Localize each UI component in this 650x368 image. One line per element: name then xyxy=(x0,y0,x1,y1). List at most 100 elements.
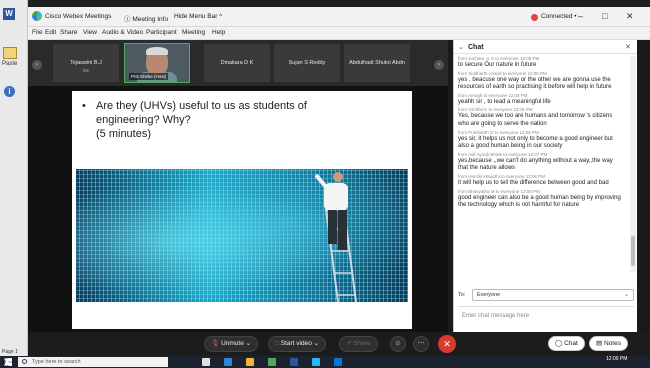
notes-button[interactable]: ▤ Notes xyxy=(589,336,628,351)
windows-taskbar: Type here to search 12:09 PM xyxy=(0,356,650,368)
reactions-button[interactable]: ☺ xyxy=(390,336,406,352)
participant-name: Abdulhadi Shukri Abdn xyxy=(349,60,405,66)
close-icon[interactable]: ✕ xyxy=(625,43,631,51)
chat-message-input[interactable]: Enter chat message here xyxy=(458,306,634,326)
unmute-button[interactable]: 🎙︎ Unmute ⌄ xyxy=(204,336,259,352)
notes-button-label: Notes xyxy=(603,340,621,347)
taskbar-clock[interactable]: 12:09 PM xyxy=(606,357,627,362)
participant-name: Sujan S Reddy xyxy=(288,60,326,66)
meeting-info-label: Meeting Info xyxy=(132,16,169,23)
menu-meeting[interactable]: Meeting xyxy=(182,29,205,36)
menu-share[interactable]: Share xyxy=(60,29,77,36)
smiley-icon: ☺ xyxy=(394,340,402,347)
start-video-button[interactable]: □ Start video ⌄ xyxy=(268,336,327,352)
chevron-down-icon: ⌄ xyxy=(313,340,320,347)
taskbar-search-box[interactable]: Type here to search xyxy=(18,357,168,367)
slide-question: • Are they (UHVs) useful to us as studen… xyxy=(82,99,402,141)
chat-message-text: Yes, because we too are humans and tomor… xyxy=(458,113,613,127)
chat-message-text: to secure Our nature in future xyxy=(458,62,537,68)
video-off-icon: □ xyxy=(275,340,279,347)
close-window-button[interactable]: ✕ xyxy=(626,11,634,22)
bullet-icon: • xyxy=(82,100,86,112)
participant-name: Dinakara D K xyxy=(220,60,254,66)
menu-file[interactable]: File xyxy=(32,29,42,36)
chat-scrollbar[interactable] xyxy=(630,56,636,272)
chevron-left-icon[interactable]: ‹ xyxy=(32,60,42,70)
webex-taskbar-icon[interactable] xyxy=(312,358,320,366)
chat-message: from Amogh to everyone 12:06 PM yeahh sir… xyxy=(458,93,624,107)
file-explorer-icon[interactable] xyxy=(246,358,254,366)
more-options-button[interactable]: ⋯ xyxy=(413,336,429,352)
chrome-icon[interactable] xyxy=(268,358,276,366)
chat-button-label: Chat xyxy=(564,340,578,347)
title-bar: Cisco Webex Meetings ⓘ Meeting Info Hide… xyxy=(28,7,650,27)
participant-tile[interactable]: Sujan S Reddy xyxy=(274,44,340,82)
close-icon: ✕ xyxy=(443,339,451,349)
chat-message: from Prashanth G to everyone 12:06 PM yes… xyxy=(458,130,624,151)
notes-icon: ▤ xyxy=(596,340,603,347)
speaker-hair xyxy=(146,47,168,55)
leave-meeting-button[interactable]: ✕ xyxy=(438,335,456,353)
chat-scroll-thumb[interactable] xyxy=(631,236,635,266)
menu-audio-video[interactable]: Audio & Video xyxy=(102,29,143,36)
participant-tile[interactable]: Tejaswini B.J Me xyxy=(53,44,119,82)
to-label: To: xyxy=(458,292,466,298)
chat-message-text: it will help us to tell the difference b… xyxy=(458,179,609,186)
chat-log: from sucheta. p. b to everyone 12:05 PM t… xyxy=(458,56,624,270)
menu-view[interactable]: View xyxy=(83,29,97,36)
chat-message-text: good engineer can also be a good human b… xyxy=(458,194,621,209)
chevron-down-icon: ⌄ xyxy=(245,340,252,347)
menu-bar: File Edit Share View Audio & Video Parti… xyxy=(28,27,650,40)
slide-image xyxy=(76,169,408,302)
participant-tile[interactable]: Dinakara D K xyxy=(204,44,270,82)
slide-line: (5 minutes) xyxy=(96,128,152,140)
hide-menu-bar-button[interactable]: Hide Menu Bar ^ xyxy=(174,13,222,20)
microphone-muted-icon: 🎙︎ xyxy=(211,340,220,347)
chat-header: ⌄ Chat ✕ xyxy=(454,40,637,54)
meeting-info-button[interactable]: ⓘ Meeting Info xyxy=(124,13,168,23)
shared-slide: • Are they (UHVs) useful to us as studen… xyxy=(72,91,412,329)
meeting-controls: 🎙︎ Unmute ⌄ □ Start video ⌄ ↗ Share ☺ ⋯ … xyxy=(28,332,650,356)
chat-panel: ⌄ Chat ✕ from sucheta. p. b to everyone … xyxy=(453,40,637,332)
edge-icon[interactable] xyxy=(224,358,232,366)
connection-status[interactable]: Connected • xyxy=(541,13,577,20)
outlook-icon[interactable] xyxy=(334,358,342,366)
word-page-indicator: Page 1 xyxy=(2,349,18,355)
recipient-select[interactable]: Everyone ⌄ xyxy=(472,289,634,301)
chat-button[interactable]: ◯ Chat xyxy=(548,336,585,351)
word-sidebar: W Paste i Page 1 xyxy=(0,0,28,356)
chevron-down-icon[interactable]: ⌄ xyxy=(458,43,464,51)
share-button[interactable]: ↗ Share xyxy=(339,336,378,352)
participant-name: Tejaswini B.J xyxy=(70,60,102,66)
restore-button[interactable]: □ xyxy=(602,11,607,21)
menu-edit[interactable]: Edit xyxy=(45,29,56,36)
recipient-value: Everyone xyxy=(477,292,501,298)
app-title: Cisco Webex Meetings xyxy=(45,13,112,20)
paste-icon[interactable] xyxy=(3,47,17,59)
chevron-down-icon: ⌄ xyxy=(623,292,629,298)
chat-message: from Harshini Bujothi to everyone 12:08 … xyxy=(458,174,624,188)
chat-message-text: yes,because ,,we can't do anything witho… xyxy=(458,157,613,172)
participant-strip: ‹ Tejaswini B.J Me Priti Shirke (Host) D… xyxy=(28,40,448,86)
chat-message-text: yes sir, it helps us not only to become … xyxy=(458,135,613,150)
chat-message-text: yeahh sir , to lead a meaningful life xyxy=(458,98,551,105)
word-taskbar-icon[interactable] xyxy=(290,358,298,366)
active-speaker-name: Priti Shirke (Host) xyxy=(129,73,169,80)
more-icon: ⋯ xyxy=(417,340,425,347)
menu-help[interactable]: Help xyxy=(212,29,225,36)
chat-message: from Bhavyatha M to everyone 12:08 PM goo… xyxy=(458,189,624,210)
info-icon[interactable]: i xyxy=(4,86,15,97)
menu-participant[interactable]: Participant xyxy=(146,29,177,36)
chevron-right-icon[interactable]: › xyxy=(434,60,444,70)
minimize-button[interactable]: – xyxy=(578,11,583,21)
windows-start-icon[interactable] xyxy=(4,358,12,366)
active-speaker-video[interactable]: Priti Shirke (Host) xyxy=(124,43,190,83)
slide-line: Are they (UHVs) useful to us as students… xyxy=(96,100,307,112)
chat-bubble-icon: ◯ xyxy=(555,340,563,347)
task-view-icon[interactable] xyxy=(202,358,210,366)
connected-status-icon xyxy=(531,14,538,21)
chat-message: from Siddharth Anand to everyone 12:05 P… xyxy=(458,71,624,92)
participant-tile[interactable]: Abdulhadi Shukri Abdn xyxy=(344,44,410,82)
webex-window: Cisco Webex Meetings ⓘ Meeting Info Hide… xyxy=(28,7,650,356)
slide-line: engineering? Why? xyxy=(96,114,191,126)
